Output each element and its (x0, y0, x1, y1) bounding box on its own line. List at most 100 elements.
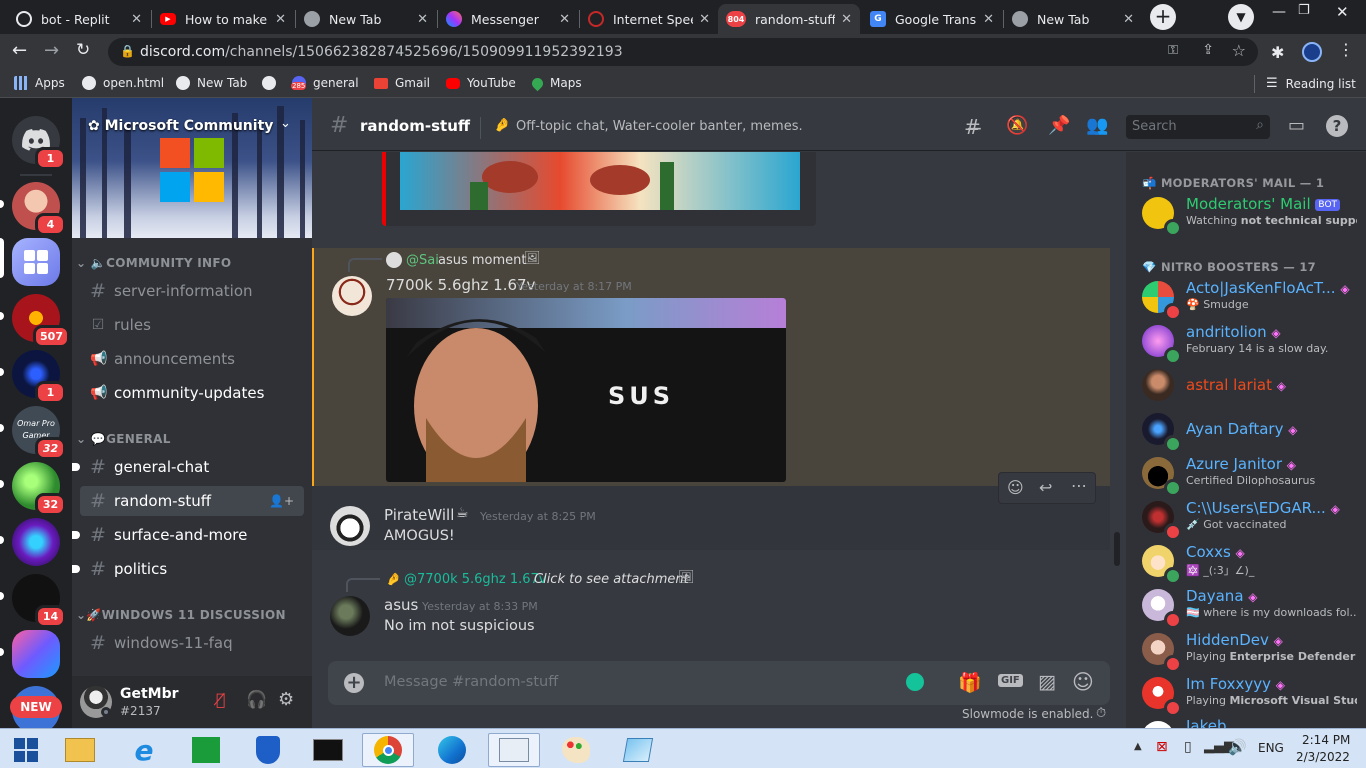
category-general[interactable]: ⌄ 💬GENERAL (76, 432, 171, 446)
embed-image[interactable] (400, 152, 800, 210)
channel-topic[interactable]: Off-topic chat, Water-cooler banter, mem… (516, 119, 803, 134)
message-author[interactable]: asus (384, 596, 418, 614)
browser-tab[interactable]: New Tab ✕ (1004, 4, 1142, 34)
headphones-icon[interactable]: 🎧 (246, 690, 267, 710)
server-icon[interactable] (12, 630, 60, 678)
threads-icon[interactable]: #̶ (964, 115, 981, 139)
muted-mic-icon[interactable]: 🎙̸ (216, 690, 226, 709)
server-banner[interactable]: ✿ Microsoft Community ⌄ (72, 98, 312, 238)
category-community-info[interactable]: ⌄ 🔈COMMUNITY INFO (76, 256, 231, 270)
member-item[interactable]: Acto|JasKenFloAcT... ◈ 🍄 Smudge (1142, 276, 1357, 321)
start-button[interactable] (0, 733, 52, 767)
author-avatar[interactable] (330, 596, 370, 636)
member-item[interactable]: C:\\Users\EDGAR... ◈ 💉 Got vaccinated (1142, 496, 1357, 541)
member-item[interactable]: HiddenDev ◈Playing Enterprise Defender A… (1142, 628, 1357, 673)
upload-plus-icon[interactable]: + (344, 673, 364, 693)
server-icon[interactable]: 507 (12, 294, 70, 348)
profile-avatar[interactable] (1302, 42, 1322, 62)
browser-tab[interactable]: Messenger ✕ (438, 4, 578, 34)
store-button[interactable] (180, 733, 232, 767)
clock-date[interactable]: 2/3/2022 (1296, 750, 1350, 764)
reply-author[interactable]: @7700k 5.6ghz 1.67v (404, 572, 547, 587)
member-item[interactable]: astral lariat ◈ (1142, 364, 1357, 406)
server-icon[interactable]: 14 (12, 574, 66, 628)
server-icon[interactable]: 1 (12, 350, 66, 404)
reply-text[interactable]: asus moment (438, 253, 527, 268)
restore-button[interactable]: ❐ (1298, 3, 1310, 18)
channel-random-stuff[interactable]: # random-stuff 👤+ (80, 486, 304, 516)
bookmark-gmail[interactable]: Gmail (374, 76, 430, 90)
browser-tab-active[interactable]: 804 random-stuff ✕ (718, 4, 860, 34)
battery-icon[interactable]: ▯ (1184, 739, 1192, 755)
gear-icon[interactable]: ⚙ (278, 689, 294, 710)
emoji-icon[interactable]: ☺ (1072, 670, 1094, 694)
help-icon[interactable]: ? (1326, 115, 1348, 137)
message-highlighted[interactable]: @Sai asus moment 🖼 7700k 5.6ghz 1.67v Ye… (312, 248, 1110, 486)
command-prompt-button[interactable] (302, 733, 354, 767)
message-timestamp[interactable]: Yesterday at 8:25 PM (480, 510, 596, 523)
channel-general-chat[interactable]: # general-chat (72, 452, 304, 482)
channel-rules[interactable]: ☑ rules (80, 310, 304, 340)
more-icon[interactable]: ⋯ (1071, 476, 1087, 495)
member-list-icon[interactable]: 👥 (1086, 115, 1108, 136)
message-author[interactable]: 7700k 5.6ghz 1.67v (386, 276, 535, 294)
bookmark-new-tab[interactable]: New Tab (176, 76, 247, 90)
reply-icon[interactable]: ↩ (1039, 478, 1052, 497)
server-icon[interactable] (12, 518, 60, 566)
minimize-button[interactable]: — (1272, 4, 1286, 20)
member-item[interactable]: Azure Janitor ◈ Certified Dilophosaurus (1142, 452, 1357, 497)
close-icon[interactable]: ✕ (841, 12, 852, 27)
server-icon[interactable]: Omar Pro Gamer 32 (12, 406, 66, 460)
reply-text[interactable]: Click to see attachment (534, 572, 689, 587)
bookmark-general[interactable]: 285 general (291, 76, 359, 90)
tray-chevron-up-icon[interactable]: ▲ (1134, 741, 1142, 752)
browser-tab[interactable]: ▶How to make a✕ (152, 4, 294, 34)
reply-author[interactable]: @Sai (406, 253, 439, 268)
username[interactable]: GetMbr (120, 686, 179, 702)
bookmark-maps[interactable]: Maps (529, 75, 582, 91)
member-item[interactable]: Ayan Daftary ◈ (1142, 408, 1357, 453)
close-icon[interactable]: ✕ (559, 12, 570, 27)
security-button[interactable] (242, 733, 294, 767)
close-icon[interactable]: ✕ (275, 12, 286, 27)
grammarly-icon[interactable] (906, 673, 924, 691)
window-close-button[interactable]: ✕ (1336, 3, 1349, 21)
internet-explorer-button[interactable]: e (118, 733, 170, 767)
scrollbar-thumb[interactable] (1114, 532, 1120, 566)
channel-politics[interactable]: # politics (72, 554, 304, 584)
volume-icon[interactable]: 🔊 (1228, 738, 1247, 756)
notepad-button[interactable] (612, 733, 664, 767)
clock-time[interactable]: 2:14 PM (1302, 733, 1350, 747)
extensions-icon[interactable]: ✱ (1271, 43, 1284, 62)
member-item[interactable]: Im Foxxyyy ◈ Playing Microsoft Visual Stu… (1142, 672, 1357, 717)
member-item[interactable]: Moderators' Mail BOT Watching not techni… (1142, 192, 1357, 237)
channel-surface-and-more[interactable]: # surface-and-more (72, 520, 304, 550)
close-icon[interactable]: ✕ (417, 12, 428, 27)
new-tab-button[interactable]: + (1150, 4, 1176, 30)
server-name[interactable]: ✿ Microsoft Community (88, 118, 273, 134)
close-icon[interactable]: ✕ (1123, 12, 1134, 27)
reload-icon[interactable]: ↻ (76, 40, 90, 60)
close-icon[interactable]: ✕ (699, 12, 710, 27)
close-icon[interactable]: ✕ (983, 12, 994, 27)
category-windows-11-discussion[interactable]: ⌄🚀WINDOWS 11 DISCUSSION (76, 608, 286, 622)
gif-button[interactable]: GIF (998, 674, 1023, 687)
browser-tab[interactable]: GGoogle Transla✕ (862, 4, 1002, 34)
author-avatar[interactable] (332, 276, 372, 316)
message-author[interactable]: PirateWill (384, 506, 454, 524)
browser-tab[interactable]: Internet Speed✕ (580, 4, 718, 34)
bookmark-globe[interactable] (262, 76, 283, 90)
task-manager-button[interactable] (488, 733, 540, 767)
chevron-down-icon[interactable]: ⌄ (280, 116, 291, 131)
member-item[interactable]: Coxxs ◈ 🔯 _(:3」∠)_ (1142, 540, 1357, 585)
channel-community-updates[interactable]: 📢 community-updates (80, 378, 304, 408)
server-icon[interactable]: 4 (12, 182, 66, 236)
member-item[interactable]: Jakeb (1142, 716, 1357, 728)
url-bar[interactable]: 🔒 discord.com/channels/15066238287452569… (108, 38, 1258, 66)
bookmark-open-html[interactable]: open.html (82, 76, 164, 90)
key-icon[interactable]: ⚿ (1168, 43, 1178, 58)
bookmark-apps[interactable]: Apps (14, 76, 65, 90)
star-icon[interactable]: ☆ (1232, 41, 1246, 60)
file-explorer-button[interactable] (54, 733, 106, 767)
channel-server-information[interactable]: # server-information (80, 276, 304, 306)
